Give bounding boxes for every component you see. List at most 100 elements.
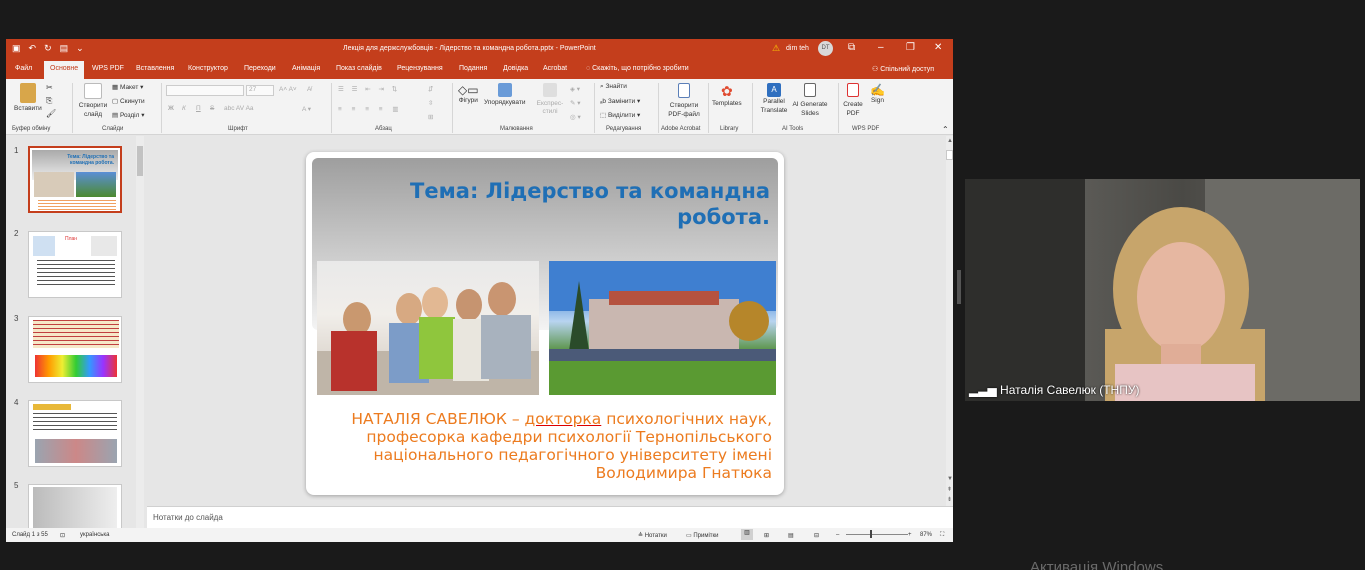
tab-acrobat[interactable]: Acrobat [543,65,567,72]
shape-outline-icon[interactable]: ✎ ▾ [570,99,581,107]
previous-slide-icon[interactable]: ⇞ [947,486,952,493]
tab-transitions[interactable]: Переходи [244,65,276,72]
clear-format-icon[interactable]: A̸ [307,86,311,93]
slideshow-icon[interactable]: ⊟ [814,532,819,539]
ribbon-display-icon[interactable]: ⧉ [848,42,855,53]
new-slide-button[interactable]: Створити слайд [76,83,110,119]
layout-button[interactable]: ▦ Макет ▾ [112,83,143,91]
tab-home[interactable]: Основне [44,61,85,79]
bold-button[interactable]: Ж [168,105,174,112]
current-slide[interactable]: Тема: Лідерство та командна робота. НАТА… [306,152,784,495]
slide-sorter-icon[interactable]: ⊞ [764,532,769,539]
tab-help[interactable]: Довідка [503,65,528,72]
zoom-level[interactable]: 87% [920,532,932,538]
tab-slideshow[interactable]: Показ слайдів [336,65,382,72]
tab-view[interactable]: Подання [459,65,487,72]
arrange-button[interactable]: Упорядкувати [484,83,525,106]
slide-thumbnail-1[interactable]: Тема: Лідерство та командна робота. [28,146,122,213]
create-pdf-file-button[interactable]: Створити PDF-файл [666,83,702,119]
restore-icon[interactable]: ❐ [906,42,915,53]
scrollbar-thumb[interactable] [946,150,953,160]
tab-design[interactable]: Конструктор [188,65,228,72]
text-direction-icon[interactable]: ⇵ [428,85,433,93]
tab-review[interactable]: Рецензування [397,65,443,72]
cut-icon[interactable]: ✂ [46,83,53,92]
quick-styles-button[interactable]: Експрес-стилі [534,83,566,116]
ai-generate-button[interactable]: AI Generate Slides [790,83,830,118]
share-button[interactable]: ⚇ Спільний доступ [872,65,934,73]
reading-view-icon[interactable]: ▤ [788,532,794,539]
avatar[interactable]: DT [818,41,833,56]
find-button[interactable]: ⌕ Знайти [600,83,627,91]
language-indicator[interactable]: українська [80,532,110,538]
slides-group-label: Слайди [102,126,124,132]
zoom-in-icon[interactable]: + [908,532,912,538]
slide-scrollbar[interactable]: ▲ ▼ ⇞ ⇟ [946,136,953,506]
tab-insert[interactable]: Вставлення [136,65,174,72]
slide-thumbnail-3[interactable] [28,316,122,383]
copy-icon[interactable]: ⎘ [46,96,52,106]
redo-icon[interactable]: ↻ [44,43,52,54]
thumbnail-scrollbar[interactable] [136,136,144,528]
underline-button[interactable]: П [196,105,201,112]
templates-button[interactable]: ✿ Templates [712,83,742,107]
save-icon[interactable]: ▣ [12,43,21,54]
replace-button[interactable]: ₐb Замінити ▾ [600,97,640,105]
scroll-down-icon[interactable]: ▼ [947,476,953,482]
notes-button[interactable]: ≜ Нотатки [638,532,667,539]
paste-button[interactable]: Вставити [14,83,42,112]
close-icon[interactable]: ✕ [934,42,942,53]
spellcheck-icon[interactable]: ⊡ [60,532,65,539]
strikethrough-button[interactable]: S [210,105,214,112]
sign-button[interactable]: ✍ Sign [870,83,885,104]
shapes-button[interactable]: ◇▭ Фігури [458,83,479,104]
next-slide-icon[interactable]: ⇟ [947,496,952,503]
university-photo[interactable] [549,261,776,395]
shape-effects-icon[interactable]: ◎ ▾ [570,113,581,121]
tab-file[interactable]: Файл [15,65,32,72]
zoom-slider[interactable] [846,534,908,535]
tab-animations[interactable]: Анімація [292,65,320,72]
tell-me-box[interactable]: ◌ Скажіть, що потрібно зробити [586,65,689,72]
font-size-box[interactable]: 27 [246,85,274,96]
reset-button[interactable]: ▢ Скинути [112,97,145,105]
scroll-up-icon[interactable]: ▲ [947,138,953,144]
zoom-slider-thumb[interactable] [870,530,872,538]
font-name-box[interactable] [166,85,244,96]
grow-font-icon[interactable]: A˄ A˅ [279,86,297,93]
comments-button[interactable]: ▭ Примітки [686,532,719,539]
format-painter-icon[interactable]: 🖌 [46,109,56,118]
slide-title[interactable]: Тема: Лідерство та командна робота. [346,178,770,230]
students-photo[interactable] [317,261,539,395]
slide-thumbnail-2[interactable]: План [28,231,122,298]
create-pdf-button[interactable]: Create PDF [842,83,864,118]
notes-pane[interactable]: Нотатки до слайда [147,506,953,528]
undo-icon[interactable]: ↶ [29,43,37,54]
shadow-icon[interactable]: abc AV Aa [224,105,254,112]
align-icons[interactable]: ≡ ≡ ≡ ≡ ▥ [338,105,403,113]
customize-icon[interactable]: ⌄ [76,43,84,54]
slide-thumbnail-5[interactable] [28,484,122,528]
list-icons[interactable]: ☰ ☰ ⇤ ⇥ ⇅ [338,85,400,93]
minimize-icon[interactable]: – [878,42,884,53]
smartart-icon[interactable]: ⊞ [428,113,433,121]
shape-fill-icon[interactable]: ◈ ▾ [570,85,580,93]
section-button[interactable]: ▤ Розділ ▾ [112,111,145,119]
scrollbar-thumb[interactable] [137,146,143,176]
user-name[interactable]: dim teh [786,45,809,52]
collapse-ribbon-icon[interactable]: ⌃ [942,125,949,134]
slide-thumbnail-4[interactable] [28,400,122,467]
select-button[interactable]: ⬚ Виділити ▾ [600,111,640,119]
font-color-icon[interactable]: A ▾ [302,105,311,113]
zoom-out-icon[interactable]: – [836,532,839,538]
align-text-icon[interactable]: ⇳ [428,99,433,107]
normal-view-icon[interactable]: ▥ [741,529,753,540]
italic-button[interactable]: К [182,105,186,112]
warning-icon[interactable]: ⚠ [772,43,780,54]
parallel-translate-button[interactable]: A Parallel Translate [758,83,790,115]
author-description[interactable]: НАТАЛІЯ САВЕЛЮК – докторка психологічних… [320,410,772,482]
tab-wps-pdf[interactable]: WPS PDF [92,65,124,72]
present-icon[interactable]: ▤ [60,43,69,54]
split-handle[interactable] [957,270,961,304]
fit-slide-icon[interactable]: ⛶ [940,532,944,539]
